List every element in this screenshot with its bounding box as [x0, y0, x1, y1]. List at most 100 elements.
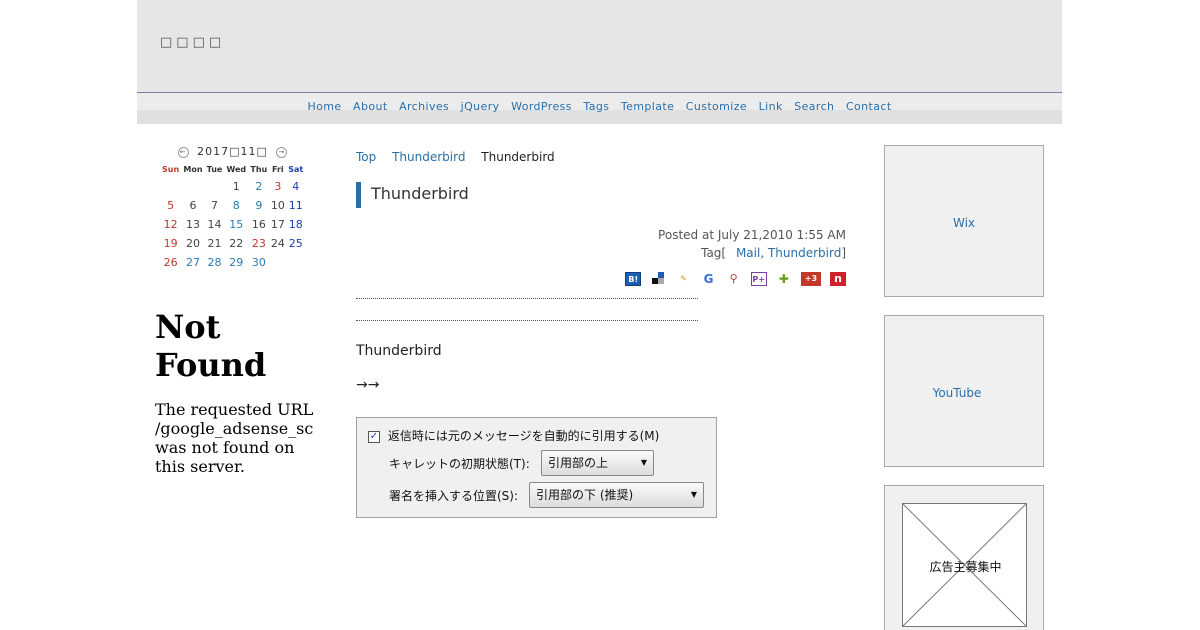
weekday-header: Mon — [183, 164, 203, 174]
nav-contact[interactable]: Contact — [846, 100, 892, 113]
nav-archives[interactable]: Archives — [399, 100, 449, 113]
not-found-heading: Not Found — [155, 308, 267, 384]
caret-position-select[interactable]: 引用部の上 ▼ — [541, 450, 654, 476]
calendar-day: 13 — [185, 218, 200, 231]
sidebar-box-youtube: YouTube — [884, 315, 1044, 467]
calendar-day: 1 — [232, 180, 240, 193]
calendar-day-link[interactable]: 9 — [248, 196, 269, 215]
body-arrows: →→ — [356, 377, 380, 393]
weekday-header: Thu — [250, 164, 268, 174]
calendar-day: 22 — [229, 237, 244, 250]
calendar-day: 3 — [274, 180, 282, 193]
pookmark-icon[interactable]: P+ — [750, 271, 767, 286]
weekday-header: Sat — [288, 164, 304, 174]
post-date: Posted at July 21,2010 1:55 AM — [658, 228, 846, 242]
breadcrumb-top[interactable]: Top — [356, 150, 376, 164]
post-body: Thunderbird →→ — [356, 343, 846, 393]
calendar-day: 18 — [288, 218, 303, 231]
calendar-day — [181, 177, 205, 196]
post-tags: Tag[ Mail, Thunderbird] — [356, 244, 846, 262]
nav-home[interactable]: Home — [307, 100, 341, 113]
weekday-header: Tue — [206, 164, 223, 174]
caret-position-value: 引用部の上 — [548, 456, 609, 470]
sidebar-box-wix: Wix — [884, 145, 1044, 297]
prev-month-icon[interactable]: ← — [177, 146, 189, 158]
auto-quote-row: ✓ 返信時には元のメッセージを自動的に引用する(M) — [368, 427, 659, 444]
newsing-icon[interactable]: n — [830, 271, 846, 286]
tag-suffix: ] — [841, 246, 846, 260]
nav-jquery[interactable]: jQuery — [461, 100, 500, 113]
calendar-day-link[interactable]: 2 — [248, 177, 269, 196]
calendar-day: 12 — [163, 218, 178, 231]
breadcrumb: Top Thunderbird Thunderbird — [356, 150, 846, 170]
calendar-header: ← 2017□11□ → — [160, 145, 305, 161]
calendar-day-link[interactable]: 30 — [248, 253, 269, 272]
calendar-day-link[interactable]: 15 — [224, 215, 248, 234]
calendar-day-link[interactable]: 8 — [224, 196, 248, 215]
calendar-day: 20 — [185, 237, 200, 250]
calendar-day — [269, 253, 286, 272]
hatena-bookmark-icon[interactable]: B! — [625, 271, 642, 286]
calendar-day: 21 — [207, 237, 222, 250]
main-nav: Home About Archives jQuery WordPress Tag… — [137, 92, 1062, 124]
calendar-day: 10 — [270, 199, 285, 212]
nav-search[interactable]: Search — [794, 100, 834, 113]
nav-link[interactable]: Link — [759, 100, 783, 113]
calendar: ← 2017□11□ → Sun Mon Tue Wed Thu Fri Sat… — [160, 145, 305, 272]
post-meta: Posted at July 21,2010 1:55 AM Tag[ Mail… — [356, 226, 846, 262]
search-bookmark-icon[interactable]: ⚲ — [726, 272, 742, 286]
calendar-day — [286, 253, 305, 272]
calendar-grid: Sun Mon Tue Wed Thu Fri Sat 1 2 3 4 5 6 — [160, 161, 305, 272]
wix-link[interactable]: Wix — [885, 216, 1043, 230]
calendar-day: 17 — [270, 218, 285, 231]
not-found-block: Not Found The requested URL /google_adse… — [155, 308, 315, 476]
buzzurl-icon[interactable]: +3 — [800, 271, 821, 286]
delicious-icon[interactable] — [650, 271, 666, 286]
next-month-icon[interactable]: → — [276, 146, 288, 158]
weekday-header: Fri — [272, 164, 284, 174]
calendar-day — [205, 177, 224, 196]
auto-quote-checkbox[interactable]: ✓ — [368, 430, 380, 443]
nav-about[interactable]: About — [353, 100, 388, 113]
ad-placeholder[interactable]: 広告主募集中 — [902, 503, 1027, 627]
social-bookmarks: B! ✎ G ⚲ P+ ✚ +3 n — [356, 268, 846, 286]
nav-items: Home About Archives jQuery WordPress Tag… — [137, 100, 1062, 113]
nav-customize[interactable]: Customize — [686, 100, 747, 113]
site-title[interactable]: □□□□ — [160, 35, 225, 50]
calendar-day-link[interactable]: 27 — [181, 253, 205, 272]
nav-wordpress[interactable]: WordPress — [511, 100, 572, 113]
calendar-day: 25 — [288, 237, 303, 250]
calendar-day: 24 — [270, 237, 285, 250]
calendar-day: 26 — [163, 256, 178, 269]
google-icon[interactable]: G — [701, 272, 717, 286]
calendar-day: 16 — [251, 218, 266, 231]
add-bookmark-icon[interactable]: ✚ — [776, 272, 792, 286]
divider — [356, 298, 698, 299]
settings-dialog-image: ✓ 返信時には元のメッセージを自動的に引用する(M) キャレットの初期状態(T)… — [356, 417, 717, 518]
calendar-day: 19 — [163, 237, 178, 250]
nav-template[interactable]: Template — [621, 100, 674, 113]
calendar-day — [160, 177, 181, 196]
calendar-day-link[interactable]: 29 — [224, 253, 248, 272]
breadcrumb-category[interactable]: Thunderbird — [392, 150, 465, 164]
ad-label: 広告主募集中 — [929, 560, 1002, 574]
tag-prefix: Tag[ — [701, 246, 727, 260]
calendar-day: 5 — [167, 199, 175, 212]
pen-icon[interactable]: ✎ — [675, 272, 691, 286]
nav-tags[interactable]: Tags — [583, 100, 609, 113]
signature-position-select[interactable]: 引用部の下 (推奨) ▼ — [529, 482, 704, 508]
youtube-link[interactable]: YouTube — [885, 386, 1029, 400]
sidebar-ad-box: 広告主募集中 — [884, 485, 1044, 630]
dropdown-arrow-icon: ▼ — [640, 458, 647, 467]
tag-links[interactable]: Mail, Thunderbird — [736, 246, 841, 260]
post-title: Thunderbird — [356, 182, 846, 208]
signature-position-value: 引用部の下 (推奨) — [536, 488, 634, 502]
weekday-header: Wed — [226, 164, 247, 174]
calendar-day: 6 — [189, 199, 197, 212]
divider — [356, 320, 698, 321]
calendar-day: 14 — [207, 218, 222, 231]
calendar-day-link[interactable]: 28 — [205, 253, 224, 272]
caret-label: キャレットの初期状態(T): — [389, 457, 530, 471]
body-paragraph: Thunderbird — [356, 343, 442, 359]
not-found-message: The requested URL /google_adsense_sc was… — [155, 400, 314, 476]
